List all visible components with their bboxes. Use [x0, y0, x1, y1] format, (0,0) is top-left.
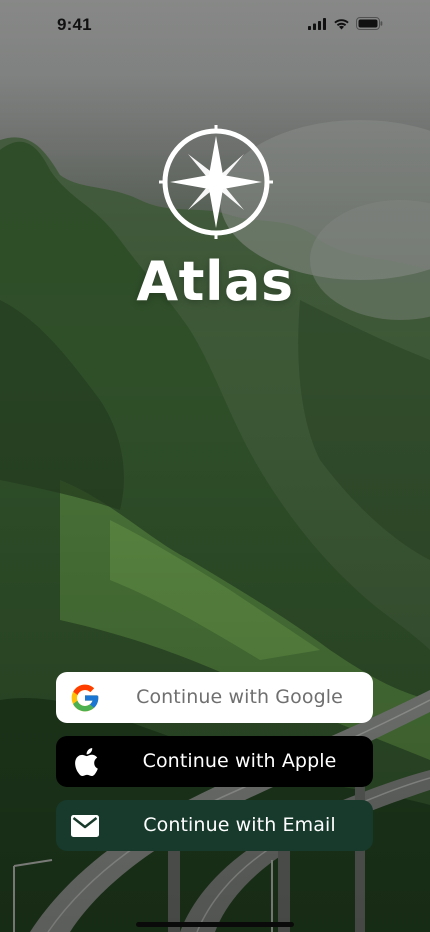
battery-icon	[356, 17, 383, 30]
apple-logo-icon	[68, 745, 101, 778]
continue-with-apple-button[interactable]: Continue with Apple	[56, 736, 373, 787]
wifi-icon	[334, 18, 349, 29]
google-button-label: Continue with Google	[136, 686, 343, 708]
email-button-label: Continue with Email	[143, 814, 336, 836]
google-logo-icon	[68, 681, 101, 714]
continue-with-google-button[interactable]: Continue with Google	[56, 672, 373, 723]
mail-icon	[68, 809, 101, 842]
app-title: Atlas	[136, 250, 294, 313]
welcome-screen: 9:41 Atlas Continue with Google Continue…	[0, 0, 430, 932]
home-indicator[interactable]	[136, 922, 294, 927]
status-bar: 9:41	[0, 0, 430, 50]
apple-button-label: Continue with Apple	[142, 750, 337, 772]
continue-with-email-button[interactable]: Continue with Email	[56, 800, 373, 851]
compass-rose-icon	[159, 125, 273, 239]
status-icons	[308, 17, 383, 30]
status-time: 9:41	[57, 15, 92, 34]
cellular-signal-icon	[308, 17, 326, 30]
